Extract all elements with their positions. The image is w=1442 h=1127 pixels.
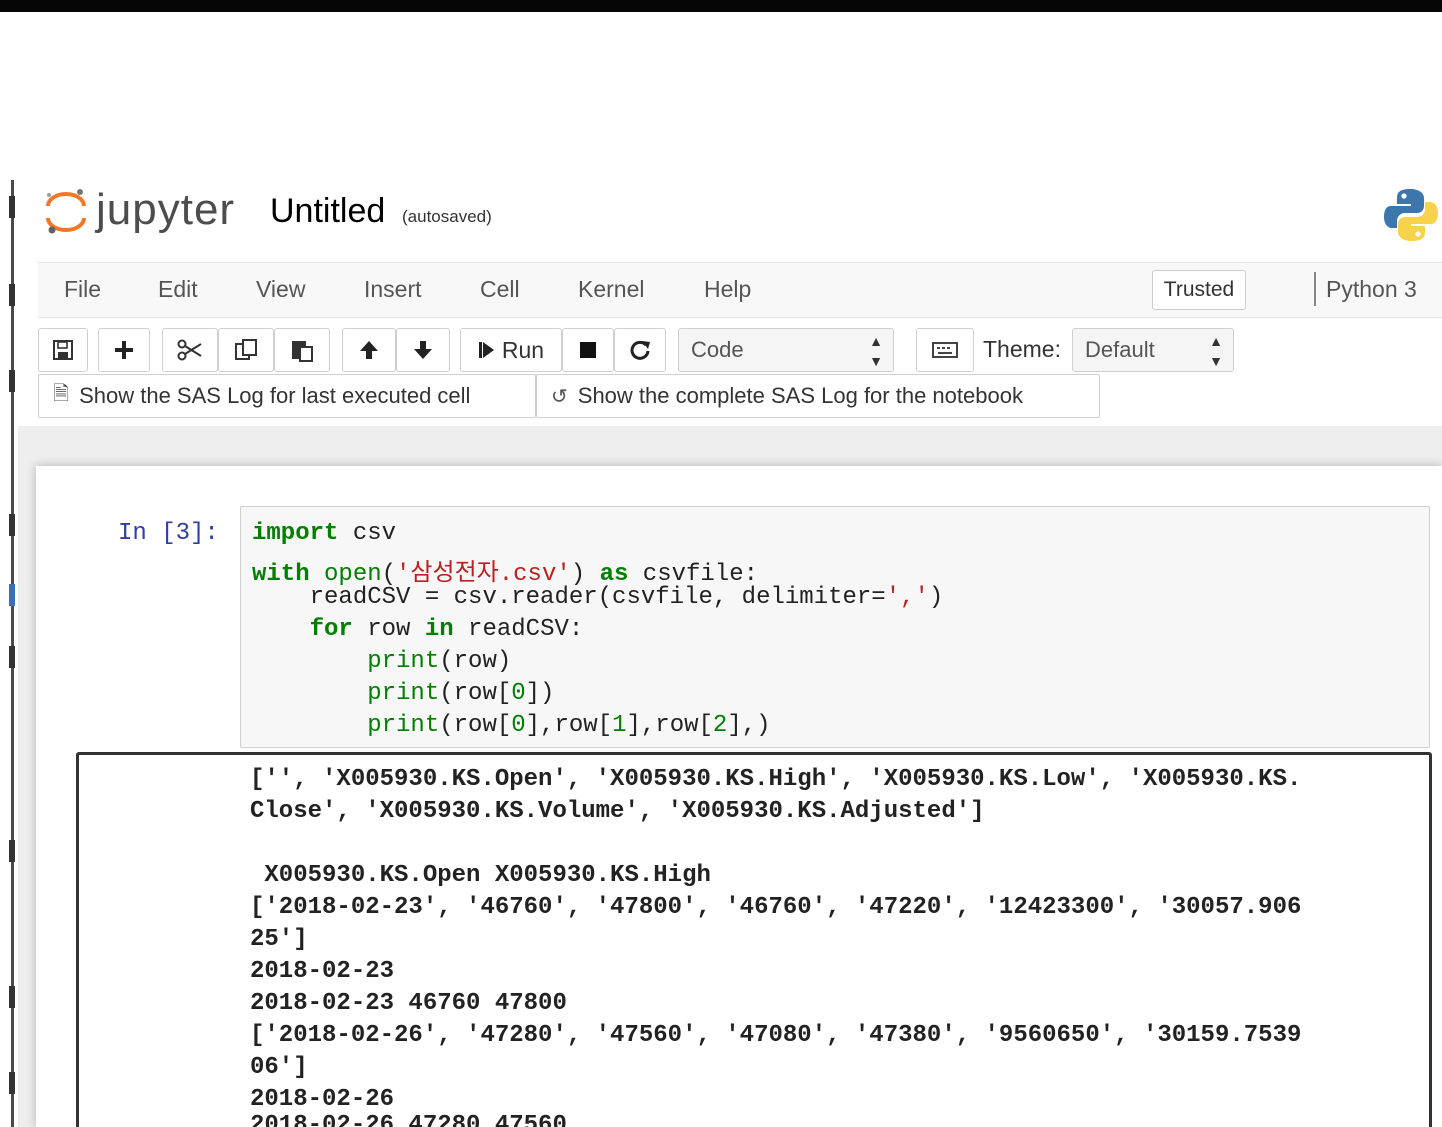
copy-icon (235, 339, 257, 360)
output-line: 06'] (250, 1054, 308, 1081)
edge-tick (9, 986, 15, 1008)
keyboard-icon (932, 342, 958, 358)
edge-tick (9, 370, 15, 392)
output-line: 2018-02-26 47280 47560 (250, 1112, 567, 1127)
paste-cell-button[interactable] (274, 328, 330, 372)
edge-tick (9, 514, 15, 536)
output-line: ['2018-02-26', '47280', '47560', '47080'… (250, 1022, 1302, 1049)
code-line: import csv (252, 520, 397, 547)
command-palette-button[interactable] (916, 328, 974, 372)
sas-log-last-cell-label: Show the SAS Log for last executed cell (79, 383, 471, 408)
edge-tick (9, 196, 15, 218)
stop-icon (580, 342, 596, 358)
kernel-separator (1314, 272, 1316, 306)
autosave-status: (autosaved) (402, 207, 492, 226)
jupyter-logo-icon[interactable] (44, 186, 88, 236)
trusted-indicator[interactable]: Trusted (1152, 270, 1246, 310)
input-prompt: In [3]: (118, 520, 219, 547)
arrow-up-icon (360, 341, 378, 359)
code-line: print(row[0],row[1],row[2],) (367, 712, 771, 739)
top-black-bar (0, 0, 1442, 12)
sas-log-notebook-button[interactable]: ↺ Show the complete SAS Log for the note… (536, 374, 1100, 418)
output-line: 2018-02-26 (250, 1086, 395, 1113)
select-arrows-icon: ▲ ▼ (1209, 333, 1223, 369)
menu-cell[interactable]: Cell (480, 276, 520, 303)
output-line: Close', 'X005930.KS.Volume', 'X005930.KS… (250, 798, 985, 825)
run-label: Run (501, 336, 545, 363)
python-logo-icon (1384, 189, 1438, 241)
edge-tick (9, 284, 15, 306)
code-line: for row in readCSV: (309, 616, 584, 643)
save-button[interactable] (38, 328, 88, 372)
edge-tick (9, 1072, 15, 1094)
cell-type-value: Code (691, 337, 744, 362)
run-cell-button[interactable]: Run (460, 328, 562, 372)
code-line: with open('삼성전자.csv') as csvfile: (252, 561, 759, 588)
copy-cell-button[interactable] (218, 328, 274, 372)
output-line: 2018-02-23 46760 47800 (250, 990, 567, 1017)
restart-kernel-button[interactable] (614, 328, 666, 372)
arrow-down-icon (414, 341, 432, 359)
sas-log-last-cell-button[interactable]: 🗎 Show the SAS Log for last executed cel… (38, 374, 536, 418)
code-line: print(row[0]) (367, 680, 555, 707)
sas-log-notebook-label: Show the complete SAS Log for the notebo… (577, 383, 1023, 408)
plus-icon (115, 341, 133, 359)
menu-view[interactable]: View (256, 276, 305, 303)
output-line: 25'] (250, 926, 308, 953)
floppy-disk-icon (53, 340, 73, 360)
menu-kernel[interactable]: Kernel (578, 276, 644, 303)
menu-file[interactable]: File (64, 276, 101, 303)
cut-cell-button[interactable] (162, 328, 218, 372)
output-line: ['', 'X005930.KS.Open', 'X005930.KS.High… (250, 766, 1302, 793)
step-forward-icon (478, 342, 494, 358)
output-line: 2018-02-23 (250, 958, 395, 985)
menu-help[interactable]: Help (704, 276, 751, 303)
kernel-indicator[interactable]: Python 3 (1326, 276, 1417, 303)
code-line: print(row) (367, 648, 512, 675)
interrupt-kernel-button[interactable] (562, 328, 614, 372)
cell-type-select[interactable]: Code ▲ ▼ (678, 328, 894, 372)
select-arrows-icon: ▲ ▼ (869, 333, 883, 369)
edge-tick (9, 584, 15, 606)
move-cell-down-button[interactable] (396, 328, 450, 372)
edge-tick (9, 646, 15, 668)
notebook-title[interactable]: Untitled (270, 192, 385, 231)
file-text-icon: 🗎 (53, 383, 70, 405)
theme-value: Default (1085, 337, 1155, 362)
theme-select[interactable]: Default ▲ ▼ (1072, 328, 1234, 372)
output-line: X005930.KS.Open X005930.KS.High (250, 862, 711, 889)
scissors-icon (177, 339, 202, 361)
move-cell-up-button[interactable] (342, 328, 396, 372)
restart-icon (630, 340, 650, 360)
paste-icon (292, 341, 313, 362)
theme-label: Theme: (983, 336, 1061, 362)
code-line: readCSV = csv.reader(csvfile, delimiter=… (252, 584, 944, 611)
output-line: ['2018-02-23', '46760', '47800', '46760'… (250, 894, 1302, 921)
insert-cell-button[interactable] (98, 328, 150, 372)
history-icon: ↺ (551, 385, 568, 408)
menu-edit[interactable]: Edit (158, 276, 198, 303)
jupyter-wordmark[interactable]: jupyter (96, 185, 235, 235)
menu-insert[interactable]: Insert (364, 276, 422, 303)
edge-tick (9, 840, 15, 862)
